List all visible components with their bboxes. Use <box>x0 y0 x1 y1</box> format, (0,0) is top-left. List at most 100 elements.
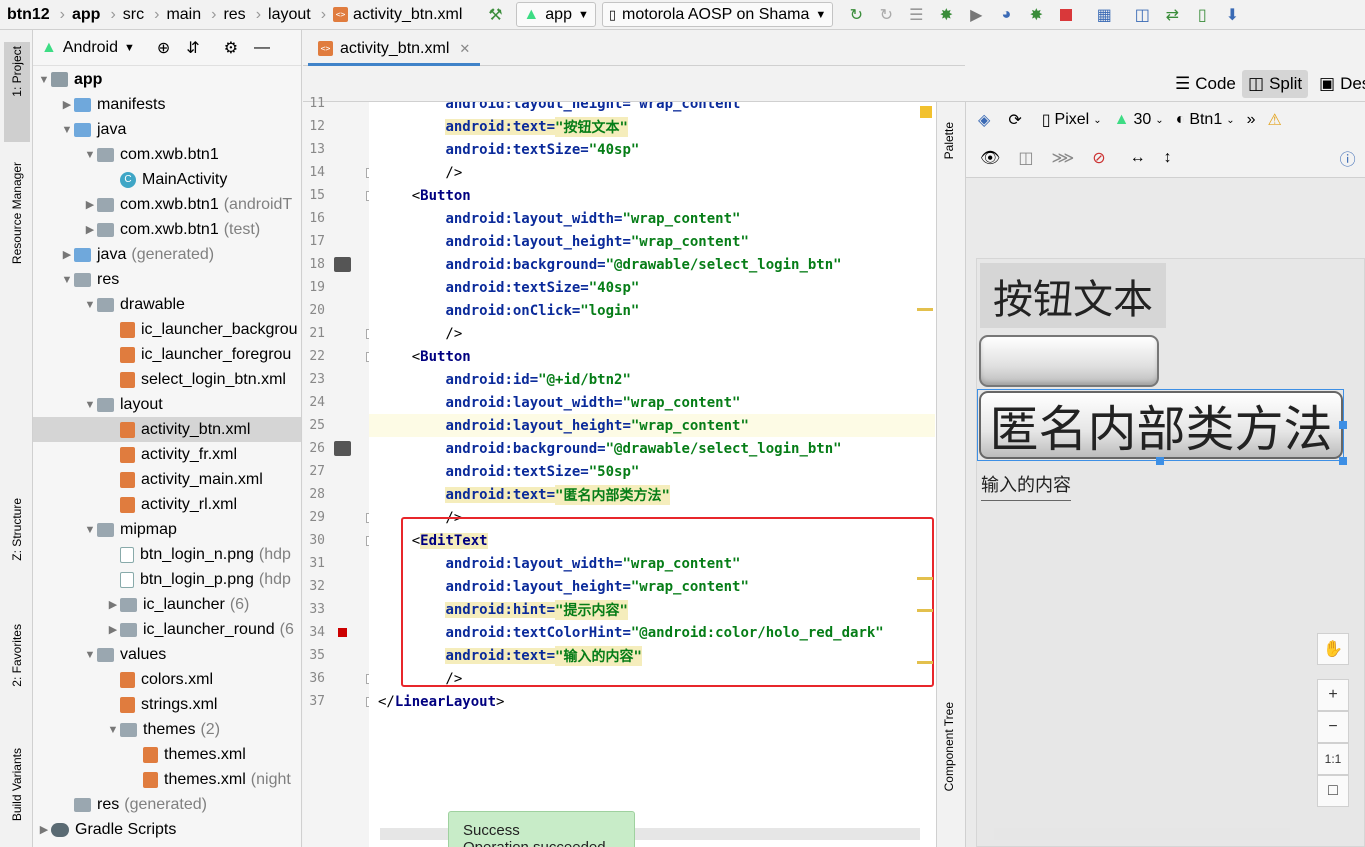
tree-item[interactable]: themes.xml <box>33 742 301 767</box>
expanded-arrow-icon[interactable]: ▼ <box>60 124 74 136</box>
tree-item[interactable]: ▼ res <box>33 267 301 292</box>
layers-icon[interactable]: ◈ <box>974 110 994 130</box>
preview-button-1[interactable]: 按钮文本 <box>980 263 1166 328</box>
tree-item[interactable]: ▼ java <box>33 117 301 142</box>
expanded-arrow-icon[interactable]: ▼ <box>37 74 51 86</box>
locate-icon[interactable]: ⊕ <box>157 38 170 58</box>
tree-item[interactable]: ic_launcher_foregrou <box>33 342 301 367</box>
code-line[interactable]: android:textSize= "40sp" <box>369 138 935 161</box>
collapsed-arrow-icon[interactable]: ▶ <box>37 823 51 836</box>
code-line[interactable]: android:layout_height="wrap_content" <box>369 414 935 437</box>
hammer-build-icon[interactable]: ⚒ <box>480 2 510 28</box>
code-line[interactable]: android:background= "@drawable/select_log… <box>369 253 935 276</box>
project-view-select[interactable]: Android <box>63 39 118 57</box>
code-line[interactable]: /> <box>369 667 935 690</box>
drawable-preview-icon[interactable] <box>334 441 351 456</box>
zoom-in-button[interactable]: + <box>1317 679 1349 711</box>
tree-item[interactable]: ▶ java (generated) <box>33 242 301 267</box>
code-line[interactable]: android:text= "按钮文本" <box>369 115 935 138</box>
chevron-down-icon[interactable]: ▼ <box>124 42 135 54</box>
color-swatch-icon[interactable] <box>338 628 347 637</box>
tab-build-variants[interactable]: Build Variants <box>4 748 30 847</box>
tree-item[interactable]: ▼ themes (2) <box>33 717 301 742</box>
preview-edittext[interactable]: 输入的内容 <box>981 471 1071 501</box>
expanded-arrow-icon[interactable]: ▼ <box>83 649 97 661</box>
tree-item[interactable]: C MainActivity <box>33 167 301 192</box>
preview-button-2[interactable] <box>979 335 1159 387</box>
tree-item[interactable]: ▼ drawable <box>33 292 301 317</box>
profile-icon[interactable]: ▶ <box>961 2 991 28</box>
expanded-arrow-icon[interactable]: ▼ <box>83 149 97 161</box>
tree-item[interactable]: ▼ com.xwb.btn1 <box>33 142 301 167</box>
expanded-arrow-icon[interactable]: ▼ <box>60 274 74 286</box>
breadcrumb-item[interactable]: main <box>159 0 205 29</box>
design-horizontal-scrollbar[interactable] <box>994 828 1290 840</box>
stop-icon[interactable] <box>1051 2 1081 28</box>
tab-component-tree[interactable]: Component Tree <box>942 702 956 791</box>
collapsed-arrow-icon[interactable]: ▶ <box>83 198 97 211</box>
tree-item[interactable]: ▼ values <box>33 642 301 667</box>
sdk-manager-icon[interactable]: ◫ <box>1127 2 1157 28</box>
code-line[interactable]: android:textSize= "40sp" <box>369 276 935 299</box>
code-view-button[interactable]: ☰ Code <box>1169 70 1242 98</box>
zoom-fit-icon[interactable]: □ <box>1317 775 1349 807</box>
code-line[interactable]: < Button <box>369 184 935 207</box>
code-line[interactable]: android:layout_width= "wrap_content" <box>369 207 935 230</box>
tab-project[interactable]: 1: Project <box>4 42 30 142</box>
download-icon[interactable]: ⬇ <box>1217 2 1247 28</box>
tree-item[interactable]: activity_fr.xml <box>33 442 301 467</box>
attach-debugger-icon[interactable]: ✸ <box>1021 2 1051 28</box>
collapse-all-icon[interactable]: ⇵ <box>186 38 199 58</box>
drawable-preview-icon[interactable] <box>334 257 351 272</box>
device-select[interactable]: ▯ Pixel ⌄ <box>1038 110 1106 130</box>
tree-item[interactable]: ▼ mipmap <box>33 517 301 542</box>
hide-panel-icon[interactable]: — <box>254 39 270 57</box>
code-line[interactable]: < EditText <box>369 529 935 552</box>
code-line[interactable]: /> <box>369 506 935 529</box>
tree-item[interactable]: ▶ Gradle Scripts <box>33 817 301 842</box>
tree-item[interactable]: activity_main.xml <box>33 467 301 492</box>
theme-select[interactable]: ◐ Btn1 ⌄ <box>1172 111 1239 129</box>
code-line[interactable]: android:layout_width= "wrap_content" <box>369 391 935 414</box>
list-icon[interactable]: ☰ <box>901 2 931 28</box>
collapsed-arrow-icon[interactable]: ▶ <box>106 623 120 636</box>
preview-button-3[interactable]: 匿名内部类方法 <box>979 391 1343 459</box>
tree-item[interactable]: activity_btn.xml <box>33 417 301 442</box>
tree-item[interactable]: strings.xml <box>33 692 301 717</box>
more-icon[interactable]: » <box>1243 111 1260 129</box>
gear-icon[interactable]: ⚙ <box>224 38 238 58</box>
code-line[interactable]: android:layout_width= "wrap_content" <box>369 552 935 575</box>
tree-item[interactable]: colors.xml <box>33 667 301 692</box>
api-select[interactable]: ▲ 30 ⌄ <box>1110 111 1168 129</box>
gauge-icon[interactable]: ◕ <box>991 2 1021 28</box>
run-config-select[interactable]: ▲ app ▼ <box>516 2 596 27</box>
code-line[interactable]: android:layout_height="wrap_content" <box>369 230 935 253</box>
resize-handle[interactable] <box>1339 421 1347 429</box>
code-line[interactable]: android:background= "@drawable/select_log… <box>369 437 935 460</box>
tree-item[interactable]: themes.xml (night <box>33 767 301 792</box>
horizontal-expand-icon[interactable]: ↔ <box>1126 149 1150 167</box>
tree-item[interactable]: ▼ layout <box>33 392 301 417</box>
code-line[interactable]: android:text= "输入的内容" <box>369 644 935 667</box>
sync-icon[interactable]: ⇄ <box>1157 2 1187 28</box>
notification-toast[interactable]: Success Operation succeeded <box>448 811 635 847</box>
expanded-arrow-icon[interactable]: ▼ <box>83 299 97 311</box>
collapsed-arrow-icon[interactable]: ▶ <box>106 598 120 611</box>
zoom-out-button[interactable]: − <box>1317 711 1349 743</box>
autoconnect-icon[interactable]: ⋙ <box>1047 148 1078 168</box>
tree-item[interactable]: ic_launcher_backgrou <box>33 317 301 342</box>
breadcrumb-item[interactable]: btn12 <box>0 0 54 29</box>
expanded-arrow-icon[interactable]: ▼ <box>83 524 97 536</box>
tree-item[interactable]: res (generated) <box>33 792 301 817</box>
code-line[interactable]: /> <box>369 161 935 184</box>
breadcrumb-item[interactable]: res <box>216 0 249 29</box>
collapsed-arrow-icon[interactable]: ▶ <box>83 223 97 236</box>
code-line[interactable]: android:layout_height="wrap_content" <box>369 575 935 598</box>
code-line[interactable]: android:textSize= "50sp" <box>369 460 935 483</box>
tab-structure[interactable]: Z: Structure <box>4 498 30 608</box>
zoom-actual-size-button[interactable]: 1:1 <box>1317 743 1349 775</box>
tree-item[interactable]: btn_login_p.png (hdp <box>33 567 301 592</box>
apply-code-changes-icon[interactable]: ↻ <box>871 2 901 28</box>
code-editor[interactable]: android:layout_height="wrap_content" and… <box>369 102 935 847</box>
collapsed-arrow-icon[interactable]: ▶ <box>60 248 74 261</box>
